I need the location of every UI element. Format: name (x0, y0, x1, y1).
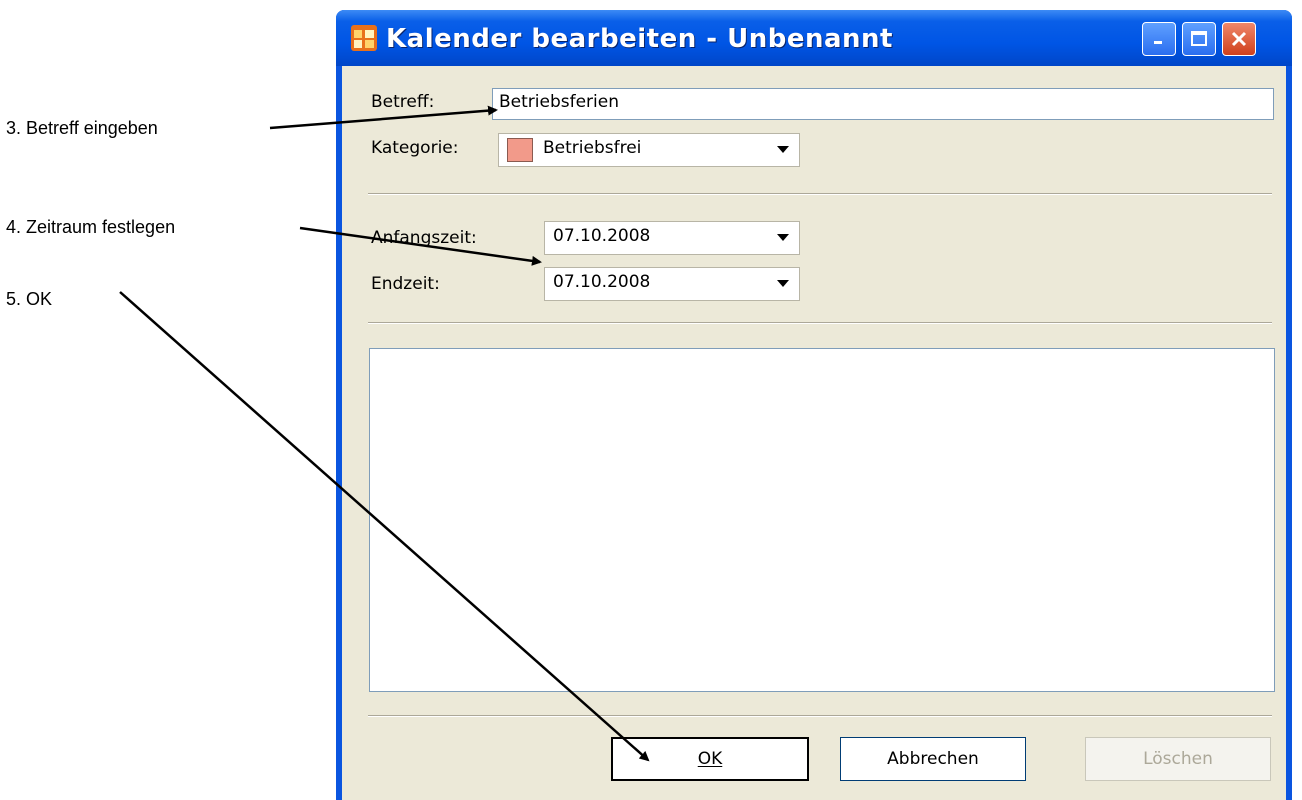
cancel-button-label: Abbrechen (887, 749, 979, 769)
maximize-button[interactable] (1182, 22, 1216, 56)
category-select[interactable]: Betriebsfrei (498, 133, 800, 167)
end-date-picker[interactable]: 07.10.2008 (544, 267, 800, 301)
close-button[interactable] (1222, 22, 1256, 56)
annotation-step-5: 5. OK (6, 289, 53, 309)
calendar-edit-window: Kalender bearbeiten - Unbenannt Betreff:… (336, 10, 1292, 800)
close-icon (1231, 31, 1247, 47)
subject-input[interactable]: Betriebsferien (492, 88, 1274, 120)
minimize-button[interactable] (1142, 22, 1176, 56)
category-value: Betriebsfrei (543, 138, 642, 158)
chevron-down-icon[interactable] (777, 234, 789, 241)
window-title: Kalender bearbeiten - Unbenannt (386, 24, 893, 54)
delete-button-label: Löschen (1143, 749, 1213, 769)
separator (368, 715, 1272, 717)
ok-button[interactable]: OK (611, 737, 809, 781)
notes-textarea[interactable] (369, 348, 1275, 692)
chevron-down-icon[interactable] (777, 146, 789, 153)
start-date-value: 07.10.2008 (553, 226, 651, 246)
minimize-icon (1154, 41, 1162, 44)
separator (368, 322, 1272, 324)
chevron-down-icon[interactable] (777, 280, 789, 287)
delete-button: Löschen (1085, 737, 1271, 781)
maximize-icon (1191, 31, 1207, 46)
calendar-app-icon (351, 25, 377, 51)
start-label: Anfangszeit: (371, 228, 477, 248)
subject-label: Betreff: (371, 92, 435, 112)
annotation-step-3: 3. Betreff eingeben (6, 118, 158, 138)
cancel-button[interactable]: Abbrechen (840, 737, 1026, 781)
category-color-swatch (507, 138, 533, 162)
annotation-step-4: 4. Zeitraum festlegen (6, 217, 176, 237)
category-label: Kategorie: (371, 138, 459, 158)
ok-button-label: OK (697, 749, 723, 769)
end-date-value: 07.10.2008 (553, 272, 651, 292)
title-bar[interactable]: Kalender bearbeiten - Unbenannt (336, 10, 1292, 66)
separator (368, 193, 1272, 195)
dialog-body: Betreff: Betriebsferien Kategorie: Betri… (342, 66, 1286, 800)
end-label: Endzeit: (371, 274, 440, 294)
start-date-picker[interactable]: 07.10.2008 (544, 221, 800, 255)
